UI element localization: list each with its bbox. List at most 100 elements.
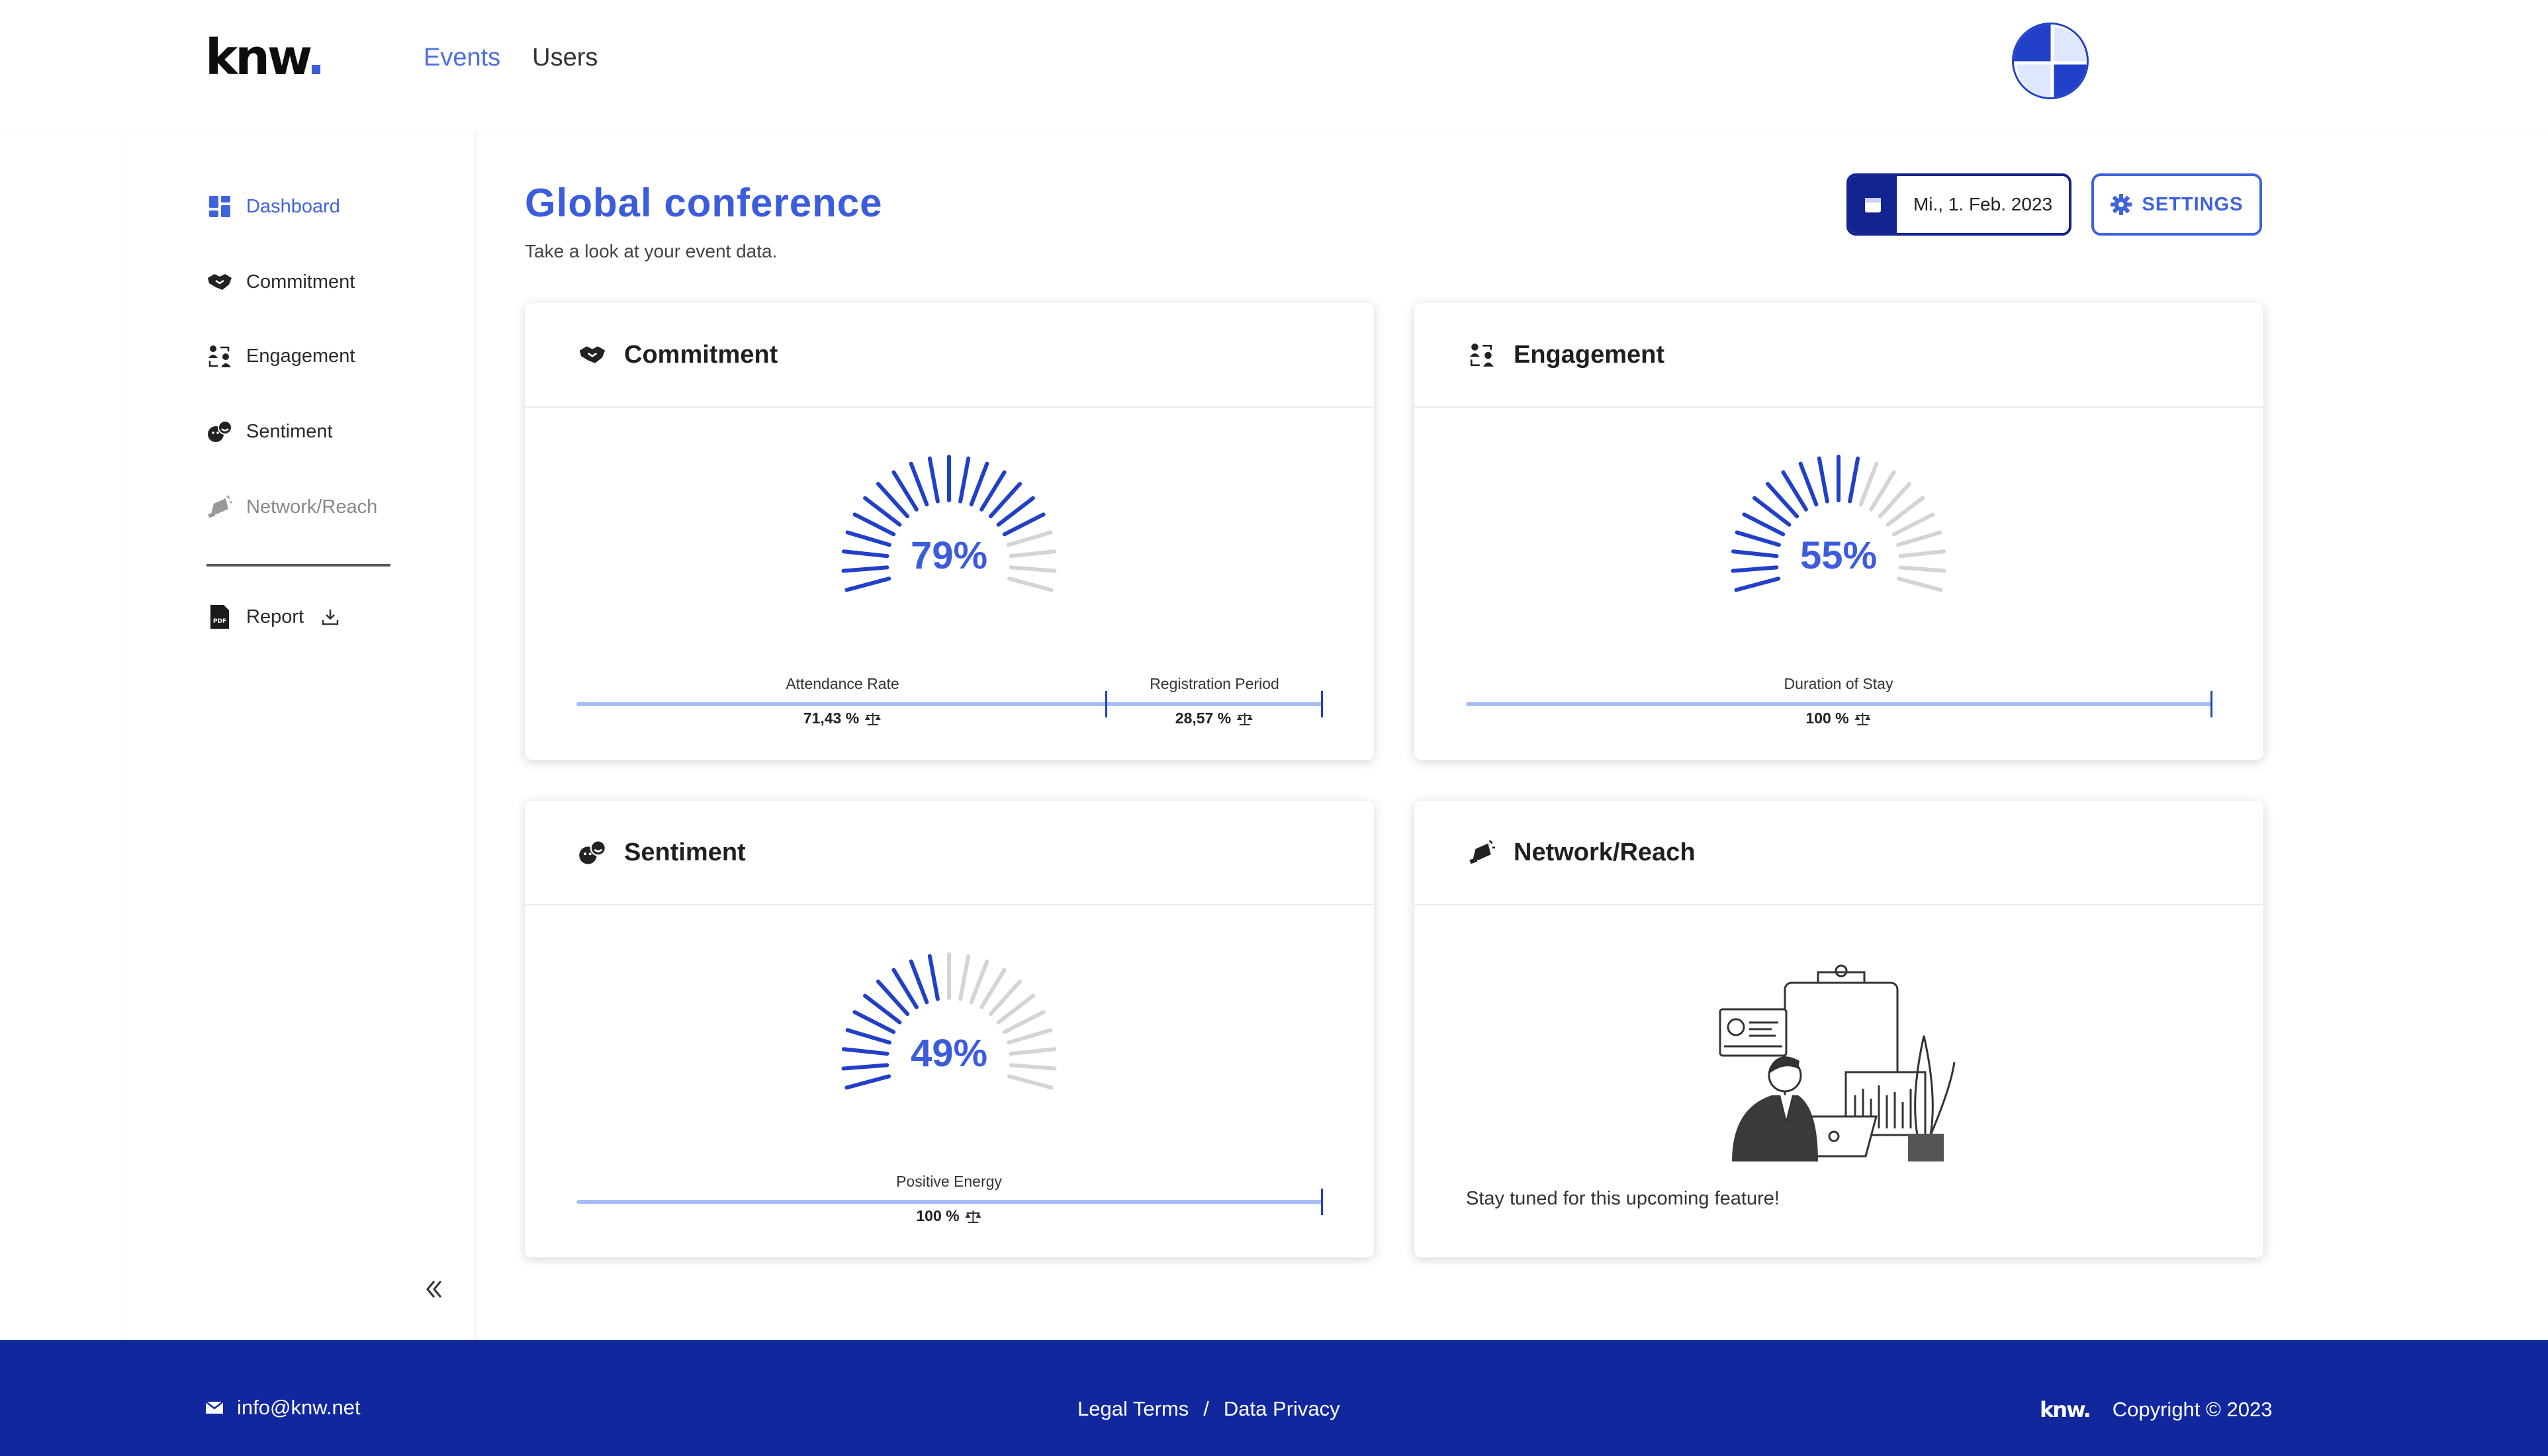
data-privacy-link[interactable]: Data Privacy (1224, 1397, 1340, 1421)
sidebar-item-label: Network/Reach (246, 496, 378, 518)
duration-of-stay-label: Duration of Stay (1784, 675, 1893, 692)
sentiment-progress-bar (576, 1200, 1322, 1204)
collapse-sidebar-button[interactable] (414, 1269, 454, 1309)
balance-scale-icon[interactable] (1236, 711, 1253, 726)
card-title: Network/Reach (1514, 838, 1696, 866)
sidebar-divider (206, 564, 390, 567)
card-title: Sentiment (624, 838, 746, 866)
sidebar-item-label: Report (246, 606, 304, 627)
gauge-tick (1007, 1074, 1054, 1090)
registration-period-value: 28,57 % (1175, 709, 1253, 727)
sidebar-item-label: Dashboard (246, 195, 340, 217)
date-label: Mi., 1. Feb. 2023 (1913, 194, 2053, 214)
sidebar-item-sentiment[interactable]: Sentiment (206, 418, 333, 445)
duration-of-stay-value: 100 % (1805, 709, 1871, 727)
double-chevron-left-icon (426, 1281, 442, 1298)
engagement-progress-bar (1466, 702, 2212, 706)
gauge-tick (927, 954, 940, 1001)
dashboard-icon (206, 193, 233, 220)
commitment-progress-bar (576, 702, 1322, 706)
settings-label: SETTINGS (2142, 193, 2244, 215)
date-picker-button[interactable]: Mi., 1. Feb. 2023 (1846, 173, 2071, 236)
gauge-tick (1734, 576, 1781, 592)
balance-scale-icon[interactable] (864, 711, 882, 726)
footer-email[interactable]: info@knw.net (205, 1396, 361, 1420)
bar-end-marker (2210, 691, 2212, 717)
footer-links: Legal Terms / Data Privacy (1077, 1397, 1340, 1421)
settings-button[interactable]: SETTINGS (2091, 173, 2262, 236)
card-title: Engagement (1514, 340, 1665, 369)
engagement-gauge: 55% (1723, 449, 1954, 611)
email-link[interactable]: info@knw.net (237, 1396, 361, 1420)
card-header: Network/Reach (1414, 801, 2263, 905)
balance-scale-icon[interactable] (965, 1209, 982, 1224)
bar-value: 28,57 % (1175, 709, 1232, 727)
legal-terms-link[interactable]: Legal Terms (1077, 1397, 1189, 1421)
sidebar-item-engagement[interactable]: Engagement (206, 343, 355, 369)
bar-value: 100 % (1805, 709, 1849, 727)
top-bar: knw. Events Users (0, 0, 2548, 132)
handshake-icon (576, 339, 608, 371)
commitment-card: Commitment 79% Attendance Rate 71,43 % R… (525, 303, 1374, 760)
balance-scale-icon[interactable] (1854, 711, 1872, 726)
sentiment-gauge: 49% (833, 946, 1065, 1109)
sidebar-item-network-reach[interactable]: Network/Reach (206, 494, 377, 520)
footer-copyright: knw. Copyright © 2023 (2040, 1397, 2272, 1422)
top-nav: Events Users (424, 44, 598, 72)
person-at-laptop-illustration (1719, 964, 1956, 1161)
gauge-tick (909, 461, 929, 507)
bar-end-marker (1321, 1189, 1323, 1215)
gauge-tick (1817, 456, 1829, 504)
gauge-tick (844, 1074, 891, 1090)
gauge-tick (1007, 576, 1054, 592)
gauge-percent: 79% (910, 534, 988, 577)
sidebar: Dashboard Commitment Engagement Sentimen… (122, 132, 476, 1340)
gauge-arc (841, 952, 1057, 1090)
page-subtitle: Take a look at your event data. (525, 241, 778, 261)
pdf-icon: PDF (206, 604, 233, 630)
calendar-icon (1849, 176, 1897, 233)
handshake-icon (206, 269, 233, 295)
logo-dot: . (306, 29, 326, 86)
sidebar-item-label: Commitment (246, 271, 355, 293)
nav-users[interactable]: Users (532, 44, 598, 72)
gauge-tick (1896, 576, 1943, 592)
svg-text:PDF: PDF (213, 618, 226, 625)
link-separator: / (1203, 1397, 1209, 1420)
megaphone-icon (206, 494, 233, 520)
main-content: Global conference Take a look at your ev… (477, 132, 2263, 1340)
sidebar-item-label: Engagement (246, 345, 355, 367)
avatar-pattern-icon (2014, 24, 2087, 97)
positive-energy-label: Positive Energy (896, 1173, 1002, 1190)
sidebar-item-dashboard[interactable]: Dashboard (206, 193, 340, 220)
gauge-arc (1731, 455, 1946, 592)
sentiment-card: Sentiment 49% Positive Energy 100 % (525, 801, 1374, 1257)
bar-value: 71,43 % (803, 709, 860, 727)
upcoming-feature-message: Stay tuned for this upcoming feature! (1466, 1188, 1780, 1209)
card-header: Sentiment (525, 801, 1374, 905)
gauge-tick (969, 959, 989, 1005)
sidebar-item-label: Sentiment (246, 420, 333, 442)
attendance-rate-value: 71,43 % (803, 709, 882, 727)
megaphone-icon (1466, 837, 1498, 868)
card-header: Commitment (525, 303, 1374, 408)
gauge-tick (958, 456, 971, 504)
footer-logo: knw. (2040, 1397, 2091, 1422)
gauge-tick (927, 456, 940, 504)
card-header: Engagement (1414, 303, 2263, 408)
sentiment-icon (576, 837, 608, 868)
user-avatar[interactable] (2012, 23, 2089, 99)
logo[interactable]: knw. (205, 29, 326, 86)
footer: info@knw.net Legal Terms / Data Privacy … (0, 1340, 2548, 1456)
nav-events[interactable]: Events (424, 44, 500, 72)
mail-icon (205, 1401, 224, 1414)
download-icon[interactable] (317, 604, 343, 630)
gauge-tick (969, 461, 989, 507)
copyright-text: Copyright © 2023 (2112, 1398, 2273, 1421)
engagement-card: Engagement 55% Duration of Stay 100 % (1414, 303, 2263, 760)
registration-period-label: Registration Period (1150, 675, 1279, 692)
sidebar-item-report[interactable]: PDF Report (206, 604, 343, 630)
gauge-arc (841, 455, 1057, 592)
sidebar-item-commitment[interactable]: Commitment (206, 269, 355, 295)
gauge-tick (1858, 461, 1879, 507)
